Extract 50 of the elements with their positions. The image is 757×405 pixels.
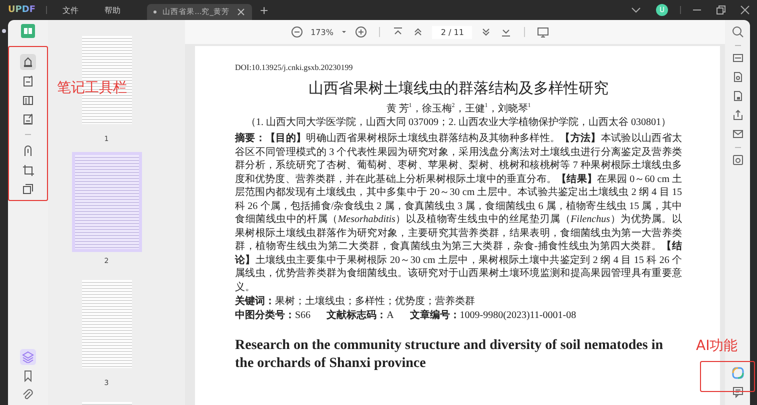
copy-icon[interactable]: [22, 183, 34, 195]
document-title: 山西省果树土壤线虫的群落结构及多样性研究: [308, 80, 610, 99]
keywords-text: 关键词：果树；土壤线虫；多样性；优势度；营养类群: [235, 295, 476, 309]
dot-icon: [152, 10, 157, 14]
close-icon[interactable]: [740, 5, 750, 15]
zoom-in-icon[interactable]: [355, 26, 368, 38]
search-icon[interactable]: [732, 26, 744, 38]
ai-assistant-icon[interactable]: [732, 367, 744, 379]
english-title: Research on the community structure and diversity of soil nematodes in the orchards of Shanxi province: [235, 337, 664, 374]
zoom-level[interactable]: 173%: [310, 28, 334, 36]
page-thumbnail[interactable]: [72, 152, 142, 252]
doi-text: DOI:10.13925/j.cnki.gsxb.20230199: [235, 62, 354, 74]
affiliation-text: （1. 山西大同大学医学院，山西大同 037009；2. 山西农业大学植物保护学院，山西太谷 030801）: [245, 116, 672, 130]
arch-icon[interactable]: [22, 145, 34, 157]
save-icon[interactable]: [732, 154, 744, 166]
bookmark-icon[interactable]: [22, 370, 34, 382]
highlighter-icon[interactable]: [22, 56, 34, 68]
caret-icon[interactable]: [341, 29, 348, 35]
abstract-paragraph: 摘要：【目的】明确山西省果树根际土壤线虫群落结构及其物种多样性。【方法】本试验以山西省太谷区不同管理模式的 3 个代表性果园为研究对象，采用浅盘分离法对土壤线虫进行分离鉴定及营养类群分析，系统研究了杏树、葡萄树、枣树、苹果树、梨树、桃树和核桃树等 7 种果树根际土壤线虫多度和优势度、营养类群，并在此基础上分析果树根际土壤中的垂直分布。【结果】在果园 0～60 cm 土层范围内都发现有土壤线虫，其中多集中于 20～30 cm 土层中。本试验共鉴定出土壤线虫 2 纲 4 目 15 科 26 个属，包括捕食/杂食线虫 2 属，食真菌线虫 3 属，食细菌线虫 6 属，植物寄生线虫 15 属，其中食细菌线虫中的杆属（Mesorhabditis）以及植物寄生线虫中的丝尾垫刃属（Filenchus）为优势属。以果树根际土壤线虫群落作为研究对象，主要研究其营养类群，结果表明，食细菌线虫为第一大营养类群，植物寄生线虫为第二大类群，食真菌线虫为第三大类群，杂食-捕食性线虫为第四大类群。【结论】土壤线虫主要集中于果树根际 20～30 cm 土层中，果树根际土壤中共鉴定到 2 纲 4 目 15 科 26 个属线虫，优势营养类群为食细菌线虫。该研究对于山西果树土壤环境监测和提高果园管理具有重要意义。: [235, 132, 682, 294]
crop-icon[interactable]: [22, 164, 34, 176]
presentation-icon[interactable]: [537, 26, 550, 38]
menu-item[interactable]: 帮助: [104, 4, 121, 16]
author-list: 黄 芳$^{1}$，徐玉梅$^{2}$，王健$^{1}$，刘晓琴$^{1}$: [235, 99, 682, 116]
classification-text: 中图分类号：S66: [235, 309, 311, 324]
paperclip-icon[interactable]: [22, 389, 34, 401]
classification-text: 文章编号：1009-9980(2023)11-0001-08: [410, 309, 576, 324]
new-tab-button[interactable]: +: [260, 4, 269, 16]
close-icon[interactable]: [236, 7, 246, 17]
pen-document-icon[interactable]: [22, 113, 34, 125]
ocr-icon[interactable]: [732, 52, 744, 64]
classification-text: 文献标志码：A: [326, 309, 394, 324]
share-icon[interactable]: [732, 109, 744, 121]
restore-icon[interactable]: [716, 5, 726, 15]
note-edit-icon[interactable]: [22, 75, 34, 87]
zoom-out-icon[interactable]: [290, 26, 303, 38]
annotation-label: AI功能: [696, 338, 738, 354]
menu-item[interactable]: 文件: [62, 4, 79, 16]
annotation-frame: [700, 361, 755, 392]
document-lock-icon[interactable]: [732, 90, 744, 102]
notebook-icon[interactable]: [21, 24, 35, 38]
columns-icon[interactable]: [22, 94, 34, 106]
page-number-field[interactable]: 2 / 11: [432, 26, 472, 38]
comment-icon[interactable]: [732, 386, 744, 398]
dot-icon: [2, 29, 6, 33]
next-page-icon[interactable]: [480, 26, 492, 38]
chevron-down-icon[interactable]: [631, 5, 641, 15]
mail-icon[interactable]: [732, 128, 744, 140]
app-logo: UPDF: [8, 5, 36, 15]
document-convert-icon[interactable]: [732, 71, 744, 83]
annotation-label: 笔记工具栏: [57, 80, 127, 96]
